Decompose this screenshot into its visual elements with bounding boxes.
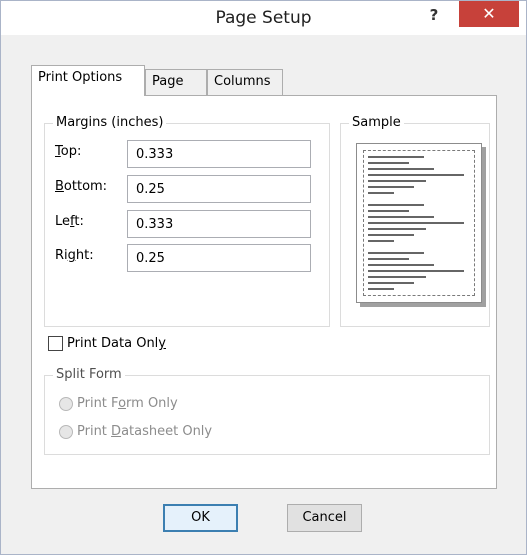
- split-form-group: Split Form: [44, 367, 490, 455]
- split-form-group-label: Split Form: [53, 367, 125, 383]
- print-datasheet-only-radio[interactable]: [59, 425, 73, 439]
- print-data-only-label[interactable]: Print Data Only: [67, 335, 166, 353]
- close-button[interactable]: ✕: [459, 1, 519, 27]
- sample-margin-outline: [363, 150, 475, 296]
- print-form-only-label[interactable]: Print Form Only: [77, 395, 178, 413]
- margins-group-label: Margins (inches): [53, 115, 167, 131]
- dialog-title: Page Setup: [215, 8, 312, 28]
- tab-columns[interactable]: Columns: [207, 69, 283, 95]
- right-margin-input[interactable]: 0.25: [127, 244, 311, 272]
- sample-text-lines: [368, 156, 464, 290]
- ok-button[interactable]: OK: [163, 504, 238, 532]
- page-setup-dialog: Page Setup ? ✕ Print Options Page Column…: [0, 0, 527, 555]
- print-data-only-checkbox[interactable]: [48, 336, 63, 351]
- bottom-label: Bottom:: [55, 179, 108, 194]
- title-bar: Page Setup ? ✕: [1, 1, 526, 35]
- print-datasheet-only-label[interactable]: Print Datasheet Only: [77, 423, 212, 441]
- tab-label: Page: [152, 74, 184, 89]
- cancel-button[interactable]: Cancel: [287, 504, 362, 532]
- sample-page-preview: [356, 143, 482, 303]
- right-label: Right:: [55, 248, 94, 263]
- top-label: Top:: [55, 144, 82, 159]
- left-label: Left:: [55, 214, 84, 229]
- bottom-margin-input[interactable]: 0.25: [127, 175, 311, 203]
- sample-group-label: Sample: [349, 115, 404, 131]
- top-margin-input[interactable]: 0.333: [127, 140, 311, 168]
- print-form-only-radio[interactable]: [59, 397, 73, 411]
- tab-label: Print Options: [38, 70, 123, 85]
- close-icon: ✕: [482, 4, 496, 23]
- tab-print-options[interactable]: Print Options: [31, 65, 145, 96]
- tab-page[interactable]: Page: [145, 69, 207, 95]
- left-margin-input[interactable]: 0.333: [127, 210, 311, 238]
- help-button[interactable]: ?: [421, 3, 447, 27]
- tab-label: Columns: [214, 74, 271, 89]
